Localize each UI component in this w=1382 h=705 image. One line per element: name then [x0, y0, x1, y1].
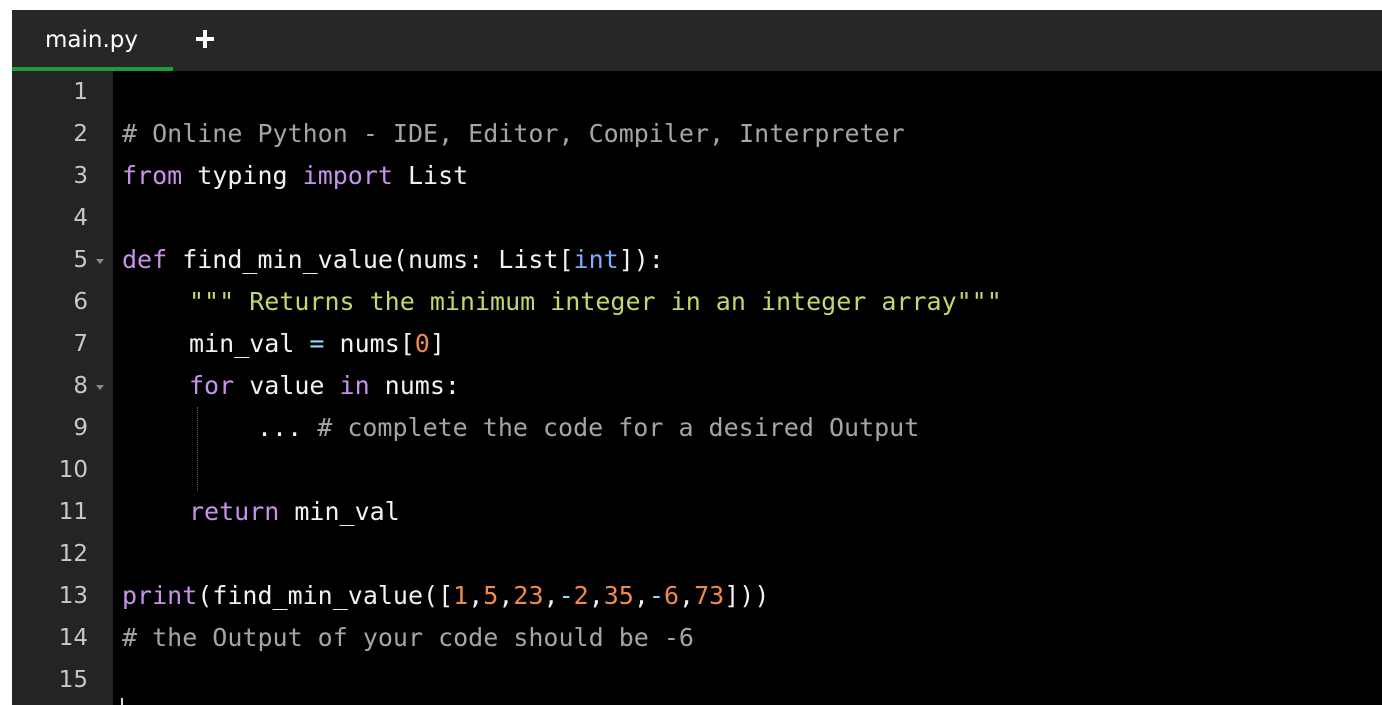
- punctuation-token: ,: [588, 581, 604, 610]
- line-number: 8: [73, 373, 88, 399]
- operator-token: =: [309, 329, 325, 358]
- punctuation-token: ,: [633, 581, 649, 610]
- number-token: 2: [573, 581, 589, 610]
- add-tab-button[interactable]: [192, 26, 218, 52]
- code-line-2[interactable]: # Online Python - IDE, Editor, Compiler,…: [122, 113, 905, 155]
- line-number: 7: [73, 331, 88, 357]
- code-line-11[interactable]: return min_val: [189, 491, 400, 533]
- identifier-token: min_val: [189, 329, 310, 358]
- punctuation-token: ,: [468, 581, 484, 610]
- operator-token: -: [558, 581, 574, 610]
- keyword-token: import: [302, 161, 393, 190]
- identifier-token: typing: [182, 161, 303, 190]
- chevron-down-icon[interactable]: [96, 259, 104, 264]
- line-number: 4: [73, 205, 88, 231]
- identifier-token: min_val: [279, 497, 400, 526]
- punctuation-token: ])): [724, 581, 770, 610]
- number-token: 73: [694, 581, 725, 610]
- line-number: 15: [58, 667, 88, 693]
- code-line-9[interactable]: ... # complete the code for a desired Ou…: [257, 407, 919, 449]
- ellipsis-token: ...: [257, 413, 318, 442]
- code-line-7[interactable]: min_val = nums[0]: [189, 323, 445, 365]
- tab-bar: main.py: [12, 10, 1382, 71]
- line-number: 2: [73, 121, 88, 147]
- line-number: 10: [58, 457, 88, 483]
- identifier-token: (find_min_value([: [197, 581, 454, 610]
- line-number: 5: [73, 247, 88, 273]
- identifier-token: List: [392, 161, 469, 190]
- plus-icon: [196, 30, 214, 48]
- punctuation-token: ,: [498, 581, 514, 610]
- line-number: 14: [58, 625, 88, 651]
- comment-token: # complete the code for a desired Output: [317, 413, 920, 442]
- identifier-token: nums:: [369, 371, 460, 400]
- line-number: 3: [73, 163, 88, 189]
- tab-main-py[interactable]: main.py: [12, 10, 173, 71]
- keyword-token: return: [189, 497, 280, 526]
- code-area[interactable]: # Online Python - IDE, Editor, Compiler,…: [122, 71, 1382, 705]
- text-cursor: [121, 698, 123, 705]
- punctuation-token: ,: [679, 581, 695, 610]
- keyword-token: def: [122, 245, 168, 274]
- operator-token: -: [648, 581, 664, 610]
- line-number: 11: [58, 499, 88, 525]
- line-number: 13: [58, 583, 88, 609]
- indent-guide: [197, 407, 198, 491]
- line-number: 1: [73, 79, 88, 105]
- code-line-13[interactable]: print(find_min_value([1,5,23,-2,35,-6,73…: [122, 575, 769, 617]
- identifier-token: value: [234, 371, 340, 400]
- identifier-token: nums[: [324, 329, 415, 358]
- number-token: 0: [414, 329, 430, 358]
- line-number: 9: [73, 415, 88, 441]
- line-number-gutter: 1 2 3 4 5 6 7 8 9 10 11 12 13 14 15: [12, 71, 113, 705]
- line-number: 12: [58, 541, 88, 567]
- keyword-token: print: [122, 581, 198, 610]
- code-line-14[interactable]: # the Output of your code should be -6: [122, 617, 694, 659]
- number-token: 1: [453, 581, 469, 610]
- identifier-token: find_min_value(nums: List[: [167, 245, 574, 274]
- punctuation-token: ]: [429, 329, 445, 358]
- builtin-token: int: [573, 245, 619, 274]
- line-number: 6: [73, 289, 88, 315]
- number-token: 35: [603, 581, 634, 610]
- code-line-6[interactable]: """ Returns the minimum integer in an in…: [189, 281, 1002, 323]
- number-token: 6: [663, 581, 680, 610]
- string-token: """ Returns the minimum integer in an in…: [189, 287, 1002, 316]
- code-line-5[interactable]: def find_min_value(nums: List[int]):: [122, 239, 664, 281]
- chevron-down-icon[interactable]: [96, 385, 104, 390]
- keyword-token: in: [339, 371, 370, 400]
- code-line-8[interactable]: for value in nums:: [189, 365, 460, 407]
- keyword-token: from: [122, 161, 183, 190]
- punctuation-token: ,: [543, 581, 559, 610]
- tab-label: main.py: [45, 27, 138, 53]
- punctuation-token: ]):: [618, 245, 664, 274]
- comment-token: # the Output of your code should be -6: [122, 623, 694, 652]
- code-editor: main.py 1 2 3 4 5 6 7 8 9 10 11 12 13 14…: [12, 10, 1382, 705]
- comment-token: # Online Python - IDE, Editor, Compiler,…: [122, 119, 905, 148]
- code-line-3[interactable]: from typing import List: [122, 155, 468, 197]
- number-token: 5: [483, 581, 499, 610]
- keyword-token: for: [189, 371, 235, 400]
- number-token: 23: [513, 581, 544, 610]
